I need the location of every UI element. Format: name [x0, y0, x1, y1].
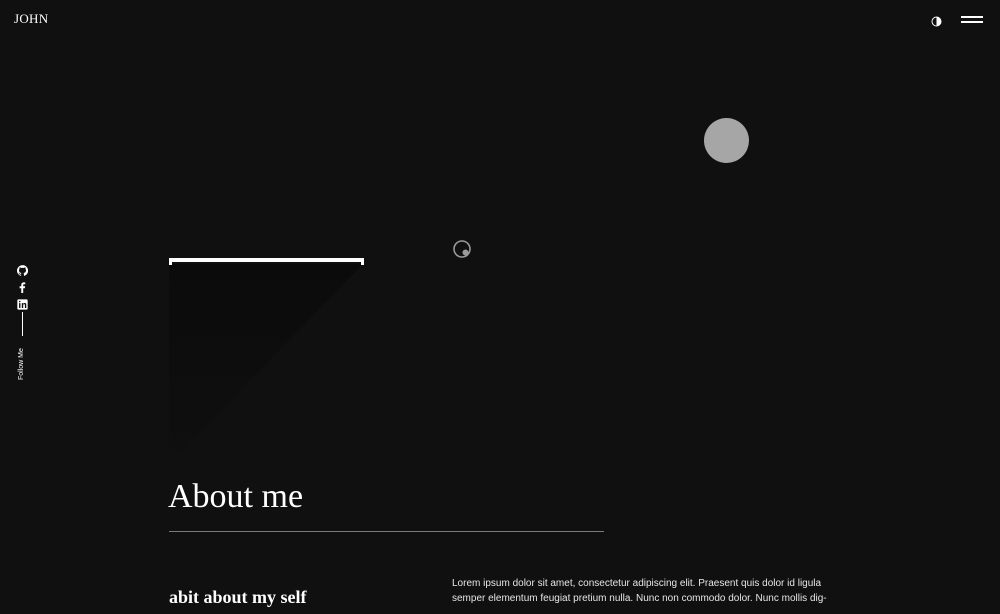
menu-bar-bottom	[961, 21, 983, 23]
social-divider-line	[22, 312, 23, 336]
about-body-text: Lorem ipsum dolor sit amet, consectetur …	[452, 578, 827, 604]
decorative-circle	[704, 118, 749, 163]
decorative-triangle	[169, 258, 365, 458]
menu-bar-top	[961, 16, 983, 18]
about-subtitle: abit about my self	[169, 587, 307, 607]
about-title: About me	[168, 478, 304, 515]
theme-toggle-icon[interactable]	[931, 14, 942, 27]
github-icon[interactable]	[16, 263, 29, 276]
facebook-icon[interactable]	[17, 280, 28, 293]
follow-me-label: Follow Me	[18, 348, 25, 380]
about-divider	[169, 531, 604, 532]
hamburger-menu-button[interactable]	[961, 14, 985, 26]
logo[interactable]: JOHN	[14, 11, 48, 27]
loading-spinner-icon	[452, 239, 472, 259]
linkedin-icon[interactable]	[17, 297, 28, 310]
